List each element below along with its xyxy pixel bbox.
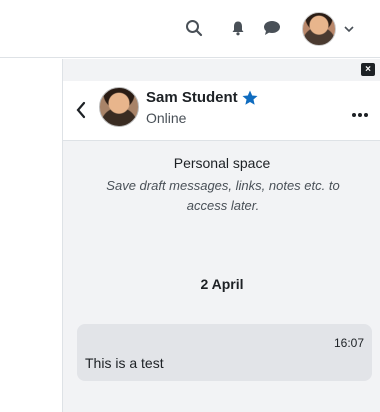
message-time: 16:07 — [333, 336, 364, 350]
chat-icon[interactable] — [262, 18, 282, 38]
conversation-header: Sam Student Online — [63, 81, 380, 141]
chevron-down-icon — [344, 20, 354, 38]
message-text: This is a test — [85, 355, 164, 371]
star-icon — [241, 89, 259, 107]
avatar[interactable] — [99, 87, 139, 127]
message-drawer: × Sam Student Online Personal space Save… — [62, 59, 380, 412]
back-arrow-icon[interactable] — [75, 100, 87, 120]
contact-status: Online — [146, 110, 187, 126]
bell-icon[interactable] — [228, 18, 248, 38]
more-options-icon[interactable] — [351, 106, 369, 117]
drawer-topbar: × — [63, 59, 380, 81]
contact-name[interactable]: Sam Student — [146, 89, 238, 106]
date-separator: 2 April — [200, 276, 244, 292]
search-icon[interactable] — [184, 18, 204, 38]
user-menu-button[interactable] — [302, 12, 362, 46]
avatar — [302, 12, 336, 46]
personal-space-title: Personal space — [173, 155, 271, 171]
close-icon[interactable]: × — [361, 63, 375, 76]
page-content — [0, 59, 62, 412]
personal-space-description: Save draft messages, links, notes etc. t… — [106, 178, 340, 213]
top-navbar — [0, 0, 380, 58]
message-bubble[interactable]: 16:07 This is a test — [77, 324, 372, 381]
